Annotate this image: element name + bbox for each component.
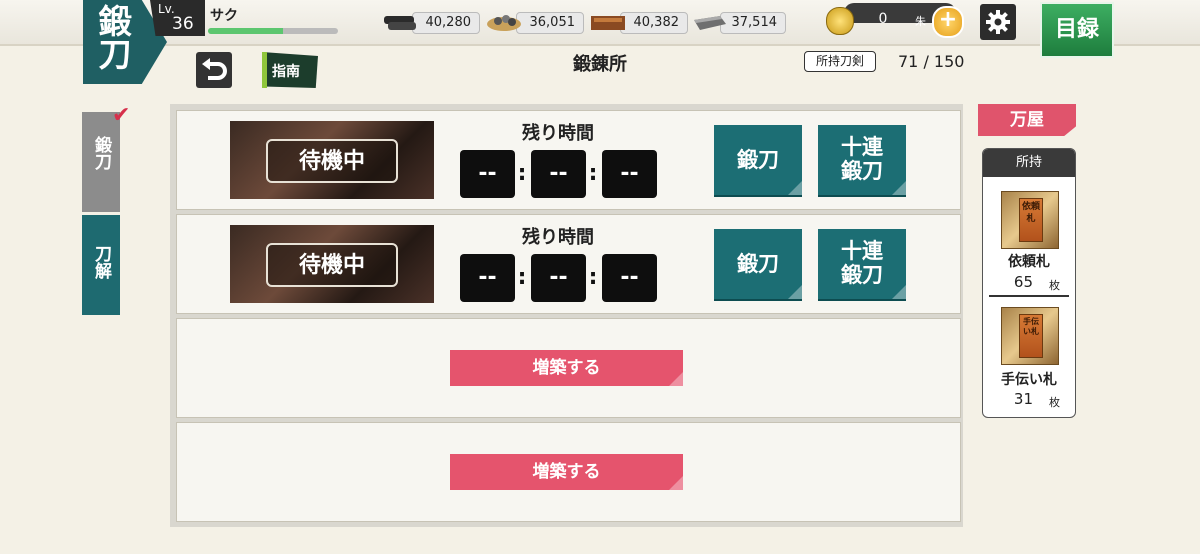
ten-forge-label-1: 十連 — [841, 134, 883, 159]
resource-whetstone: 37,514 — [690, 10, 786, 34]
buy-coin-button[interactable]: + — [932, 6, 964, 38]
timer-hours: -- — [460, 254, 515, 302]
back-button[interactable] — [196, 52, 232, 88]
expand-button[interactable]: 増築する — [450, 454, 683, 490]
coin-unit: 朱 — [915, 15, 926, 28]
timer-hours: -- — [460, 150, 515, 198]
player-name: サク — [210, 8, 238, 24]
owned-swords-value: 71 / 150 — [898, 52, 965, 71]
item-name: 依頼札 — [1008, 254, 1050, 270]
ten-forge-label-1: 十連 — [841, 238, 883, 263]
resource-value: 40,280 — [412, 12, 480, 34]
request-card-text: 依頼札 — [1019, 198, 1043, 242]
owned-items-panel: 所持 依頼札 依頼札 65 枚 手伝い札 手伝い札 31 枚 — [982, 148, 1076, 418]
owned-swords-label: 所持刀剣 — [804, 51, 876, 72]
forge-button-label: 鍛刀 — [737, 251, 779, 276]
xp-bar — [208, 28, 338, 34]
catalog-button[interactable]: 目録 — [1040, 2, 1114, 58]
gear-icon — [986, 10, 1010, 34]
shop-tab[interactable]: 万屋 — [978, 104, 1076, 136]
page-title: 鍛錬所 — [573, 54, 627, 75]
logo-text: 鍛刀 — [93, 4, 132, 70]
item-count: 65 — [1013, 273, 1033, 291]
level-value: 36 — [172, 14, 194, 34]
expand-button-label: 増築する — [532, 358, 601, 378]
timer-colon: : — [588, 161, 598, 186]
resource-value: 40,382 — [620, 12, 688, 34]
item-divider — [989, 295, 1069, 297]
timer-colon: : — [588, 265, 598, 290]
whetstone-icon — [694, 16, 726, 30]
expand-button-label: 増築する — [532, 462, 601, 482]
ten-forge-button[interactable]: 十連 鍛刀 — [818, 229, 906, 301]
resource-value: 36,051 — [516, 12, 584, 34]
timer-seconds: -- — [602, 254, 657, 302]
timer-minutes: -- — [531, 150, 586, 198]
expand-button[interactable]: 増築する — [450, 350, 683, 386]
tab-dismantle-label: 刀解 — [91, 245, 111, 279]
slot-status: 待機中 — [266, 243, 398, 287]
request-card-icon: 依頼札 — [1001, 191, 1059, 249]
item-unit: 枚 — [1049, 279, 1060, 292]
back-arrow-icon — [202, 58, 227, 80]
timer-colon: : — [517, 161, 527, 186]
timer-minutes: -- — [531, 254, 586, 302]
item-unit: 枚 — [1049, 396, 1060, 409]
coin-icon — [826, 7, 854, 35]
coin-value: 0 — [878, 11, 888, 27]
guide-label[interactable]: 指南 — [272, 61, 300, 81]
ten-forge-label-2: 鍛刀 — [841, 158, 883, 183]
helper-card-icon: 手伝い札 — [1001, 307, 1059, 365]
ten-forge-button[interactable]: 十連 鍛刀 — [818, 125, 906, 197]
forge-button[interactable]: 鍛刀 — [714, 125, 802, 197]
resource-charcoal: 40,280 — [380, 10, 480, 34]
timer-label: 残り時間 — [522, 123, 594, 144]
forge-button[interactable]: 鍛刀 — [714, 229, 802, 301]
tab-forge-label: 鍛刀 — [91, 136, 111, 170]
slot-status: 待機中 — [266, 139, 398, 183]
charcoal-icon — [384, 16, 416, 30]
forge-button-label: 鍛刀 — [737, 147, 779, 172]
guide-accent — [262, 52, 267, 88]
settings-button[interactable] — [980, 4, 1016, 40]
item-name: 手伝い札 — [1001, 372, 1057, 388]
resource-coolant: 40,382 — [588, 10, 688, 34]
tab-dismantle[interactable]: 刀解 — [82, 215, 120, 315]
item-count: 31 — [1013, 390, 1033, 408]
resource-steel: 36,051 — [484, 10, 584, 34]
timer-label: 残り時間 — [522, 227, 594, 248]
helper-card-text: 手伝い札 — [1019, 314, 1043, 358]
owned-items-header: 所持 — [983, 149, 1075, 177]
steel-icon — [487, 15, 521, 31]
timer-seconds: -- — [602, 150, 657, 198]
timer-colon: : — [517, 265, 527, 290]
xp-bar-fill — [208, 28, 284, 34]
coolant-icon — [591, 16, 625, 30]
ten-forge-label-2: 鍛刀 — [841, 262, 883, 287]
checkmark-icon: ✔ — [112, 103, 131, 128]
